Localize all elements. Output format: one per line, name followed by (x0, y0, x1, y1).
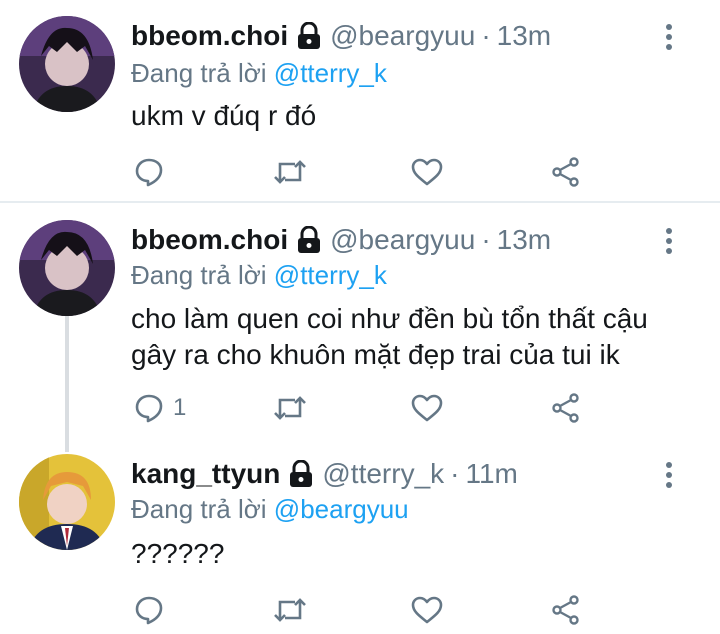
tweet-text: ukm v đúq r đó (131, 100, 317, 131)
reply-button[interactable] (135, 152, 173, 192)
avatar[interactable] (19, 16, 115, 112)
display-name[interactable]: bbeom.choi (131, 224, 288, 256)
user-handle[interactable]: @beargyuu (330, 224, 475, 256)
retweet-icon (273, 394, 307, 422)
lock-icon (288, 460, 314, 488)
separator: · (450, 458, 460, 489)
user-handle[interactable]: @beargyuu (330, 20, 475, 52)
mention-link[interactable]: @tterry_k (274, 58, 387, 88)
timestamp[interactable]: 13m (497, 20, 551, 52)
action-bar (131, 590, 591, 630)
more-vertical-icon[interactable] (664, 228, 674, 256)
tweet-header: bbeom.choi @beargyuu · 13m (131, 220, 551, 260)
separator: · (481, 20, 491, 51)
reply-button[interactable] (135, 590, 173, 630)
heart-icon (411, 596, 443, 624)
replying-prefix: Đang trả lời (131, 260, 267, 290)
tweet-2[interactable]: bbeom.choi @beargyuu · 13m Đang trả lời … (0, 202, 720, 432)
replying-to: Đang trả lời @tterry_k (131, 58, 387, 89)
retweet-button[interactable] (273, 152, 307, 192)
tweet-header: kang_ttyun @tterry_k · 11m (131, 454, 518, 494)
tweet-text: ?????? (131, 538, 225, 569)
share-button[interactable] (551, 152, 581, 192)
lock-icon (296, 22, 322, 50)
action-bar: 1 (131, 388, 591, 428)
replying-prefix: Đang trả lời (131, 58, 267, 88)
retweet-button[interactable] (273, 388, 307, 428)
action-bar (131, 152, 591, 192)
share-icon (551, 595, 581, 625)
tweet-1[interactable]: bbeom.choi @beargyuu · 13m Đang trả lời … (0, 0, 720, 202)
retweet-button[interactable] (273, 590, 307, 630)
user-handle[interactable]: @tterry_k (322, 458, 444, 490)
reply-button[interactable]: 1 (135, 388, 186, 428)
timestamp[interactable]: 11m (465, 458, 517, 490)
replying-to: Đang trả lời @beargyuu (131, 494, 409, 525)
like-button[interactable] (411, 388, 443, 428)
avatar[interactable] (19, 220, 115, 316)
share-button[interactable] (551, 388, 581, 428)
retweet-icon (273, 596, 307, 624)
display-name[interactable]: kang_ttyun (131, 458, 280, 490)
lock-icon (296, 226, 322, 254)
mention-link[interactable]: @beargyuu (274, 494, 409, 524)
timestamp[interactable]: 13m (497, 224, 551, 256)
tweet-3[interactable]: kang_ttyun @tterry_k · 11m Đang trả lời … (0, 432, 720, 634)
reply-icon (135, 393, 163, 423)
share-button[interactable] (551, 590, 581, 630)
avatar[interactable] (19, 454, 115, 550)
like-button[interactable] (411, 152, 443, 192)
mention-link[interactable]: @tterry_k (274, 260, 387, 290)
share-icon (551, 157, 581, 187)
replying-to: Đang trả lời @tterry_k (131, 260, 387, 291)
display-name[interactable]: bbeom.choi (131, 20, 288, 52)
retweet-icon (273, 158, 307, 186)
more-vertical-icon[interactable] (664, 24, 674, 52)
tweet-text: cho làm quen coi như đền bù tổn thất cậu… (131, 303, 648, 370)
like-button[interactable] (411, 590, 443, 630)
separator: · (481, 224, 491, 255)
tweet-header: bbeom.choi @beargyuu · 13m (131, 16, 551, 56)
reply-icon (135, 157, 163, 187)
reply-count: 1 (173, 394, 187, 421)
replying-prefix: Đang trả lời (131, 494, 267, 524)
heart-icon (411, 394, 443, 422)
reply-icon (135, 595, 163, 625)
heart-icon (411, 158, 443, 186)
more-vertical-icon[interactable] (664, 462, 674, 490)
share-icon (551, 393, 581, 423)
